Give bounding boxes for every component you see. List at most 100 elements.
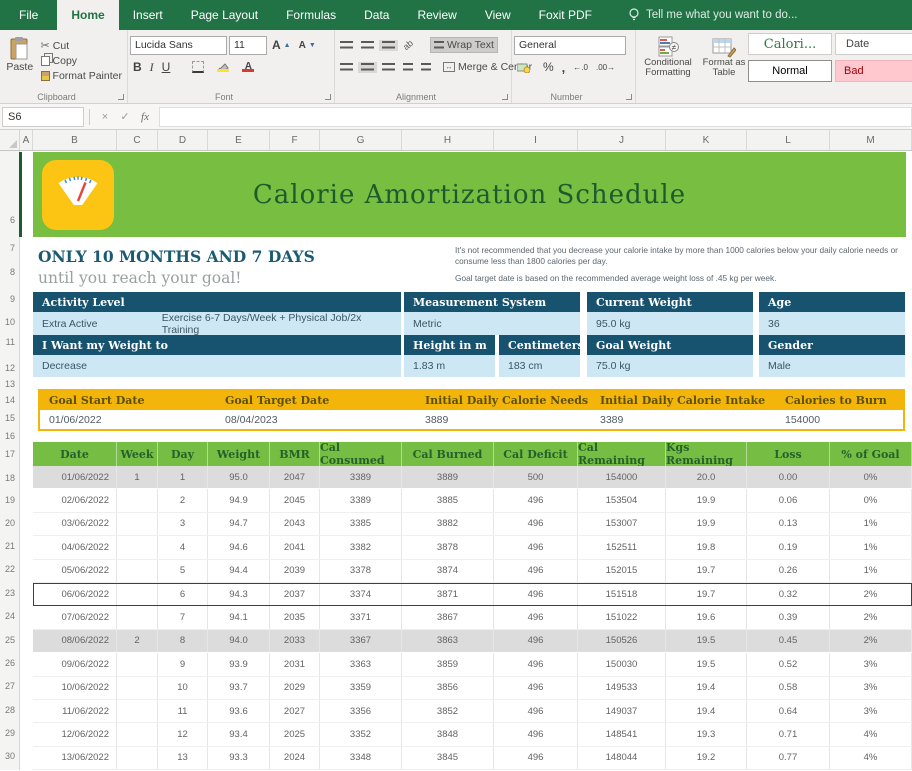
schedule-cell[interactable]: 151022 — [578, 606, 666, 628]
row-header-11[interactable]: 11 — [6, 337, 15, 347]
calories-to-burn-cell[interactable]: 154000 — [776, 410, 903, 429]
schedule-cell[interactable]: 03/06/2022 — [33, 513, 117, 535]
insert-function-button[interactable]: fx — [135, 111, 155, 123]
schedule-cell[interactable]: 94.9 — [208, 489, 270, 511]
schedule-cell[interactable]: 19.3 — [666, 723, 747, 745]
schedule-cell[interactable]: 3856 — [402, 677, 494, 699]
row-header-9[interactable]: 9 — [10, 294, 15, 304]
schedule-cell[interactable]: 2037 — [270, 583, 320, 605]
shrink-font-button[interactable]: A▼ — [296, 39, 319, 52]
schedule-cell[interactable] — [117, 606, 158, 628]
decrease-indent-button[interactable] — [400, 62, 416, 73]
measurement-system-header[interactable]: Measurement System — [404, 292, 580, 312]
name-box[interactable]: S6 — [2, 107, 84, 127]
schedule-cell[interactable]: 153007 — [578, 513, 666, 535]
row-header-10[interactable]: 10 — [5, 317, 15, 327]
column-header-F[interactable]: F — [270, 130, 320, 150]
row-header-6[interactable]: 6 — [10, 215, 15, 225]
schedule-cell[interactable] — [117, 489, 158, 511]
title-banner-cell[interactable]: Calorie Amortization Schedule — [33, 152, 906, 237]
schedule-cell[interactable]: 3356 — [320, 700, 402, 722]
calorie-note[interactable]: It's not recommended that you decrease y… — [455, 245, 907, 266]
paste-button[interactable]: Paste — [2, 34, 38, 83]
schedule-cell[interactable]: 0.26 — [747, 560, 830, 582]
schedule-cell[interactable]: 151518 — [578, 583, 666, 605]
schedule-col-header[interactable]: Day — [158, 442, 208, 466]
weight-goal-header[interactable]: I Want my Weight to — [33, 335, 401, 355]
schedule-cell[interactable]: 05/06/2022 — [33, 560, 117, 582]
goal-weight-header[interactable]: Goal Weight — [587, 335, 753, 355]
column-header-A[interactable]: A — [20, 130, 33, 150]
schedule-cell[interactable]: 496 — [494, 583, 578, 605]
schedule-cell[interactable]: 149533 — [578, 677, 666, 699]
row-header-18[interactable]: 18 — [5, 473, 15, 483]
column-header-J[interactable]: J — [578, 130, 666, 150]
schedule-cell[interactable]: 2039 — [270, 560, 320, 582]
copy-button[interactable]: Copy — [38, 54, 125, 68]
goal-start-date-header[interactable]: Goal Start Date — [40, 391, 216, 410]
schedule-col-header[interactable]: Cal Remaining — [578, 442, 666, 466]
goal-target-date-header[interactable]: Goal Target Date — [216, 391, 416, 410]
align-left-button[interactable] — [337, 62, 356, 73]
schedule-cell[interactable]: 7 — [158, 606, 208, 628]
column-header-M[interactable]: M — [830, 130, 912, 150]
schedule-cell[interactable]: 19.7 — [666, 583, 747, 605]
schedule-cell[interactable]: 0.58 — [747, 677, 830, 699]
column-header-H[interactable]: H — [402, 130, 494, 150]
calorie-intake-cell[interactable]: 3389 — [591, 410, 776, 429]
center-button[interactable] — [358, 62, 377, 73]
schedule-cell[interactable]: 3859 — [402, 653, 494, 675]
schedule-cell[interactable]: 3359 — [320, 677, 402, 699]
schedule-cell[interactable]: 01/06/2022 — [33, 466, 117, 488]
schedule-cell[interactable]: 19.5 — [666, 653, 747, 675]
goal-subheadline[interactable]: until you reach your goal! — [38, 269, 242, 287]
row-header-8[interactable]: 8 — [10, 267, 15, 277]
tab-data[interactable]: Data — [350, 0, 403, 30]
grow-font-button[interactable]: A▲ — [269, 37, 294, 53]
borders-button[interactable] — [189, 60, 212, 74]
schedule-cell[interactable]: 10/06/2022 — [33, 677, 117, 699]
underline-button[interactable]: U — [159, 59, 179, 75]
calories-to-burn-header[interactable]: Calories to Burn — [776, 391, 903, 410]
schedule-cell[interactable]: 3389 — [320, 489, 402, 511]
increase-indent-button[interactable] — [418, 62, 434, 73]
comma-style-button[interactable]: , — [559, 59, 569, 76]
schedule-cell[interactable]: 94.1 — [208, 606, 270, 628]
centimeters-cell[interactable]: 183 cm — [499, 355, 580, 377]
schedule-cell[interactable]: 154000 — [578, 466, 666, 488]
schedule-cell[interactable]: 496 — [494, 677, 578, 699]
tell-me-box[interactable]: Tell me what you want to do... — [628, 0, 798, 30]
schedule-cell[interactable]: 3367 — [320, 630, 402, 652]
schedule-cell[interactable]: 496 — [494, 560, 578, 582]
schedule-col-header[interactable]: Kgs Remaining — [666, 442, 747, 466]
schedule-cell[interactable]: 3385 — [320, 513, 402, 535]
schedule-cell[interactable]: 3% — [830, 653, 912, 675]
schedule-cell[interactable]: 93.9 — [208, 653, 270, 675]
schedule-cell[interactable]: 0% — [830, 466, 912, 488]
schedule-col-header[interactable]: Loss — [747, 442, 830, 466]
schedule-cell[interactable]: 94.6 — [208, 536, 270, 558]
schedule-cell[interactable]: 496 — [494, 606, 578, 628]
schedule-cell[interactable]: 496 — [494, 513, 578, 535]
alignment-dialog-launcher[interactable] — [502, 94, 508, 100]
measurement-system-cell[interactable]: Metric — [404, 312, 580, 335]
tab-foxit-pdf[interactable]: Foxit PDF — [525, 0, 606, 30]
schedule-cell[interactable]: 3871 — [402, 583, 494, 605]
row-header-25[interactable]: 25 — [5, 635, 15, 645]
wrap-text-button[interactable]: Wrap Text — [431, 38, 497, 52]
schedule-col-header[interactable]: BMR — [270, 442, 320, 466]
schedule-col-header[interactable]: Week — [117, 442, 158, 466]
calorie-needs-cell[interactable]: 3889 — [416, 410, 591, 429]
schedule-cell[interactable]: 2031 — [270, 653, 320, 675]
number-format-combo[interactable]: General — [514, 36, 626, 55]
schedule-cell[interactable]: 2029 — [270, 677, 320, 699]
schedule-cell[interactable]: 148541 — [578, 723, 666, 745]
schedule-cell[interactable]: 6 — [158, 583, 208, 605]
row-header-22[interactable]: 22 — [5, 564, 15, 574]
tab-formulas[interactable]: Formulas — [272, 0, 350, 30]
schedule-cell[interactable]: 0.13 — [747, 513, 830, 535]
schedule-cell[interactable]: 3352 — [320, 723, 402, 745]
schedule-cell[interactable]: 4 — [158, 536, 208, 558]
row-header-19[interactable]: 19 — [5, 495, 15, 505]
tab-review[interactable]: Review — [403, 0, 470, 30]
